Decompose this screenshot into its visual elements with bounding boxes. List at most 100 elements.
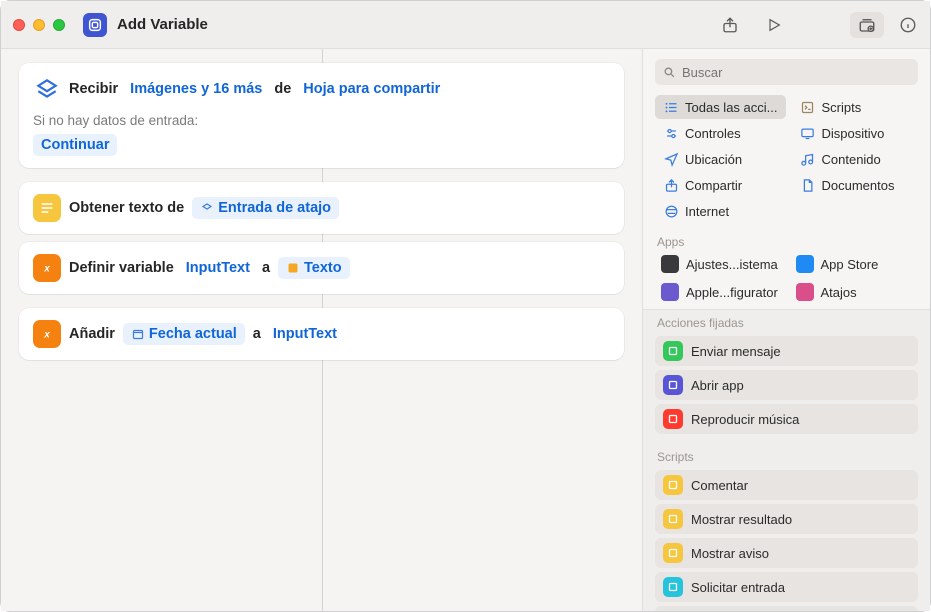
action-item-label: Abrir app	[691, 378, 744, 393]
app-item[interactable]: Atajos	[790, 279, 919, 305]
action-list-item[interactable]: Mostrar aviso	[655, 538, 918, 568]
action-item-icon	[663, 341, 683, 361]
search-input[interactable]	[682, 65, 910, 80]
text-icon	[33, 194, 61, 222]
no-input-label: Si no hay datos de entrada:	[33, 113, 610, 128]
share-icon	[663, 177, 679, 193]
action-item-label: Mostrar aviso	[691, 546, 769, 561]
action-list-item[interactable]: Enviar mensaje	[655, 336, 918, 366]
scripts-icon	[800, 99, 816, 115]
receive-input-types-token[interactable]: Imágenes y 16 más	[126, 79, 266, 99]
variable-icon: x	[33, 320, 61, 348]
svg-text:x: x	[43, 263, 50, 274]
app-icon	[796, 255, 814, 273]
action-item-icon	[663, 475, 683, 495]
action-list-item[interactable]: Mostrar resultado	[655, 504, 918, 534]
action-get-text[interactable]: Obtener texto de Entrada de atajo	[19, 182, 624, 234]
get-text-source-token[interactable]: Entrada de atajo	[192, 197, 339, 219]
category-label: Todas las acci...	[685, 100, 778, 115]
titlebar: Add Variable	[1, 1, 930, 49]
date-icon	[131, 327, 145, 341]
action-item-label: Reproducir música	[691, 412, 799, 427]
category-internet[interactable]: Internet	[655, 199, 786, 223]
app-label: Apple...figurator	[686, 285, 778, 300]
app-item[interactable]: Ajustes...istema	[655, 251, 784, 277]
scripts-section-label: Scripts	[643, 444, 930, 466]
category-scripts[interactable]: Scripts	[792, 95, 919, 119]
category-share[interactable]: Compartir	[655, 173, 786, 197]
library-toggle-button[interactable]	[850, 12, 884, 38]
action-receive-input[interactable]: Recibir Imágenes y 16 más de Hoja para c…	[19, 63, 624, 168]
app-item[interactable]: Apple...figurator	[655, 279, 784, 305]
action-item-label: Enviar mensaje	[691, 344, 781, 359]
variable-value-token[interactable]: Texto	[278, 257, 350, 279]
app-label: Atajos	[821, 285, 857, 300]
set-variable-a: a	[262, 260, 270, 276]
category-controls[interactable]: Controles	[655, 121, 786, 145]
svg-text:x: x	[43, 329, 50, 340]
run-button[interactable]	[764, 15, 784, 35]
get-text-label: Obtener texto de	[69, 200, 184, 216]
variable-icon: x	[33, 254, 61, 282]
app-icon	[796, 283, 814, 301]
category-label: Compartir	[685, 178, 742, 193]
category-label: Scripts	[822, 100, 862, 115]
action-add-to-variable[interactable]: x Añadir Fecha actual a InputText	[19, 308, 624, 360]
no-input-behavior-token[interactable]: Continuar	[33, 134, 117, 156]
pinned-section: Acciones fijadas Enviar mensajeAbrir app…	[643, 309, 930, 444]
close-window-button[interactable]	[13, 19, 25, 31]
category-device[interactable]: Dispositivo	[792, 121, 919, 145]
action-item-icon	[663, 375, 683, 395]
action-list-item[interactable]: Comentar	[655, 470, 918, 500]
set-variable-label: Definir variable	[69, 260, 174, 276]
scripts-section: Scripts Comentar Mostrar resultado Mostrar…	[643, 444, 930, 611]
action-item-icon	[663, 577, 683, 597]
category-location[interactable]: Ubicación	[655, 147, 786, 171]
action-item-label: Mostrar resultado	[691, 512, 792, 527]
shortcut-app-icon	[83, 13, 107, 37]
add-value-token[interactable]: Fecha actual	[123, 323, 245, 345]
category-label: Documentos	[822, 178, 895, 193]
add-to-variable-a: a	[253, 326, 261, 342]
minimize-window-button[interactable]	[33, 19, 45, 31]
actions-library-sidebar: Todas las acci... Scripts Controles Disposi…	[642, 49, 930, 611]
device-icon	[800, 125, 816, 141]
window-controls	[13, 19, 65, 31]
scripts-actions-list: Comentar Mostrar resultado Mostrar aviso So…	[643, 470, 930, 611]
app-icon	[661, 255, 679, 273]
app-label: App Store	[821, 257, 879, 272]
action-list-item[interactable]: Abrir app	[655, 370, 918, 400]
search-field[interactable]	[655, 59, 918, 85]
action-item-label: Comentar	[691, 478, 748, 493]
category-label: Controles	[685, 126, 741, 141]
app-item[interactable]: App Store	[790, 251, 919, 277]
app-label: Ajustes...istema	[686, 257, 778, 272]
action-list-item[interactable]: Reproducir música	[655, 404, 918, 434]
main: Recibir Imágenes y 16 más de Hoja para c…	[1, 49, 930, 611]
content-icon	[800, 151, 816, 167]
workflow-canvas[interactable]: Recibir Imágenes y 16 más de Hoja para c…	[1, 49, 642, 611]
share-button[interactable]	[720, 15, 740, 35]
action-item-icon	[663, 509, 683, 529]
add-target-variable-token[interactable]: InputText	[269, 324, 341, 344]
receive-source-token[interactable]: Hoja para compartir	[299, 79, 444, 99]
category-label: Ubicación	[685, 152, 742, 167]
action-list-item[interactable]: Solicitar entrada	[655, 572, 918, 602]
category-label: Internet	[685, 204, 729, 219]
action-item-label: Solicitar entrada	[691, 580, 785, 595]
apps-grid: Ajustes...istema App Store Apple...figurat…	[643, 251, 930, 309]
action-set-variable[interactable]: x Definir variable InputText a Texto	[19, 242, 624, 294]
controls-icon	[663, 125, 679, 141]
receive-icon	[33, 75, 61, 103]
variable-name-token[interactable]: InputText	[182, 258, 254, 278]
category-content[interactable]: Contenido	[792, 147, 919, 171]
info-button[interactable]	[898, 15, 918, 35]
app-icon	[661, 283, 679, 301]
category-list[interactable]: Todas las acci...	[655, 95, 786, 119]
zoom-window-button[interactable]	[53, 19, 65, 31]
category-label: Contenido	[822, 152, 881, 167]
receive-label: Recibir	[69, 81, 118, 97]
category-documents[interactable]: Documentos	[792, 173, 919, 197]
list-icon	[663, 99, 679, 115]
action-list-item[interactable]: Contar	[655, 606, 918, 611]
